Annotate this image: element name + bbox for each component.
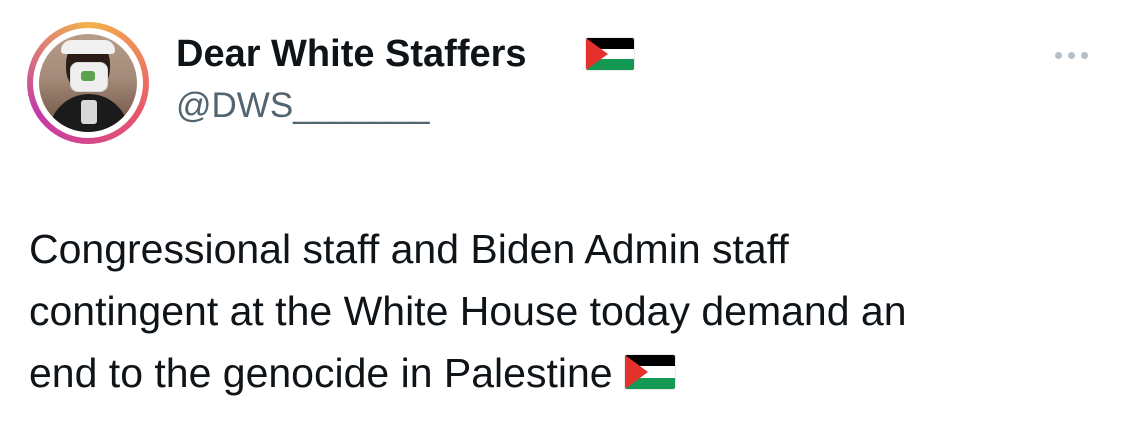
more-dot <box>1067 51 1075 59</box>
display-name[interactable]: Dear White Staffers <box>176 30 527 78</box>
user-handle[interactable]: @DWS_______ <box>176 84 429 128</box>
tweet-text-line: contingent at the White House today dema… <box>29 288 907 334</box>
avatar-cap <box>61 40 115 54</box>
avatar-mask <box>70 62 108 92</box>
tweet-card: Dear White Staffers @DWS_______ Congress… <box>0 0 1125 438</box>
palestine-flag-icon <box>624 355 675 390</box>
avatar-phone <box>81 100 97 124</box>
more-dot <box>1054 51 1062 59</box>
palestine-flag-icon <box>586 38 634 70</box>
avatar[interactable] <box>33 28 143 138</box>
tweet-text-fragment: end to the genocide in Palestine <box>29 350 613 396</box>
avatar-photo <box>39 34 137 132</box>
more-options-icon[interactable] <box>1046 40 1096 70</box>
tweet-text-line-last: end to the genocide in Palestine <box>29 342 1099 404</box>
tweet-text-line: Congressional staff and Biden Admin staf… <box>29 226 789 272</box>
more-dot <box>1080 51 1088 59</box>
tweet-text: Congressional staff and Biden Admin staf… <box>29 218 1099 404</box>
